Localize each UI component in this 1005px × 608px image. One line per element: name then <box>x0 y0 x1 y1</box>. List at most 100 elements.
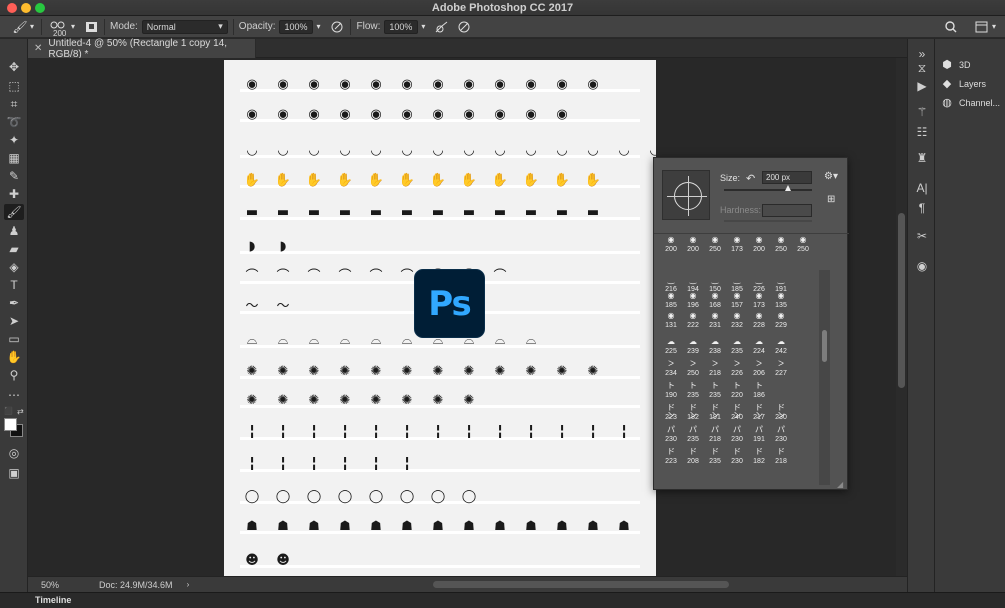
more-tools-icon[interactable]: ⋯ <box>4 387 24 403</box>
default-colors-icon[interactable]: ⬛ <box>4 407 13 416</box>
crop-tool-icon[interactable]: ⌗ <box>4 96 24 112</box>
tab-timeline[interactable]: Timeline <box>35 595 71 605</box>
brush-preset-thumbnail[interactable]: ド <box>664 448 678 456</box>
path-selection-tool-icon[interactable]: ➤ <box>4 313 24 329</box>
adjustments-icon[interactable]: ☷ <box>914 125 930 141</box>
paragraph-icon[interactable]: ¶ <box>914 201 930 217</box>
brush-preset-thumbnail[interactable]: ト <box>708 382 722 390</box>
healing-brush-tool-icon[interactable]: ✚ <box>4 186 24 202</box>
brush-preset-thumbnail[interactable]: ◉ <box>730 292 744 300</box>
brush-preset-thumbnail[interactable]: ◉ <box>752 236 766 244</box>
brush-preset-thumbnail[interactable]: ◉ <box>664 292 678 300</box>
brush-preset-thumbnail[interactable]: ト <box>664 382 678 390</box>
size-field[interactable]: 200 px <box>762 171 812 184</box>
eraser-tool-icon[interactable]: ▰ <box>4 241 24 257</box>
brush-preset-thumbnail[interactable]: ◉ <box>686 292 700 300</box>
brush-preset-thumbnail[interactable]: ᐳ <box>664 360 678 368</box>
pressure-opacity-icon[interactable] <box>329 19 345 35</box>
character-icon[interactable]: A| <box>914 181 930 197</box>
brush-preset-thumbnail[interactable]: ◉ <box>752 312 766 320</box>
brush-preset-size-label[interactable]: 190 <box>662 392 680 399</box>
brush-preset-size-label[interactable]: 230 <box>662 436 680 443</box>
brush-preset-size-label[interactable]: 191 <box>706 414 724 421</box>
clone-stamp-tool-icon[interactable]: ♟ <box>4 223 24 239</box>
airbrush-icon[interactable] <box>434 19 450 35</box>
brush-preset-size-label[interactable]: 230 <box>728 458 746 465</box>
brush-preset-thumbnail[interactable]: ド <box>730 448 744 456</box>
brush-preset-thumbnail[interactable]: ◉ <box>664 312 678 320</box>
brush-preset-size-label[interactable]: 206 <box>750 370 768 377</box>
brush-preset-thumbnail[interactable]: ☁ <box>686 338 700 346</box>
brush-preset-thumbnail[interactable]: ☁ <box>752 338 766 346</box>
brush-preset-size-label[interactable]: 223 <box>662 414 680 421</box>
brush-preset-thumbnail[interactable]: ◉ <box>730 312 744 320</box>
quick-mask-icon[interactable]: ◎ <box>4 445 24 461</box>
brush-preset-thumbnail[interactable]: ド <box>708 448 722 456</box>
brush-preset-size-label[interactable]: 242 <box>772 348 790 355</box>
brush-preset-thumbnail[interactable]: ◉ <box>730 236 744 244</box>
workspace-icon[interactable] <box>973 19 989 35</box>
brush-preset-thumbnail[interactable]: パ <box>730 426 744 434</box>
mode-select[interactable]: Normal ▾ <box>141 19 228 34</box>
history-icon[interactable]: ⧖ <box>914 61 930 77</box>
brush-preset-size-label[interactable]: 223 <box>662 458 680 465</box>
brush-preset-size-label[interactable]: 228 <box>750 322 768 329</box>
brush-tip-preview[interactable] <box>662 170 710 220</box>
brush-preset-thumbnail[interactable]: ᐳ <box>686 360 700 368</box>
brush-preset-thumbnail[interactable]: ド <box>774 448 788 456</box>
zoom-tool-icon[interactable]: ⚲ <box>4 367 24 383</box>
brush-preset-size-label[interactable]: 220 <box>728 392 746 399</box>
brush-preset-size-label[interactable]: 235 <box>706 392 724 399</box>
play-action-icon[interactable]: ▶ <box>914 79 930 95</box>
brush-preset-size-label[interactable]: 186 <box>750 392 768 399</box>
reset-size-icon[interactable]: ↶ <box>746 172 755 185</box>
eyedropper-tool-icon[interactable]: ✎ <box>4 168 24 184</box>
brush-preset-thumbnail[interactable]: ◉ <box>686 312 700 320</box>
brush-preset-thumbnail[interactable]: ◉ <box>752 292 766 300</box>
brush-preset-size-label[interactable]: 182 <box>750 458 768 465</box>
search-icon[interactable] <box>943 19 959 35</box>
brush-preset-size-label[interactable]: 200 <box>662 246 680 253</box>
brush-preset-thumbnail[interactable]: パ <box>664 426 678 434</box>
brush-preset-size-label[interactable]: 208 <box>684 458 702 465</box>
move-tool-icon[interactable]: ✥ <box>4 59 24 75</box>
brush-preset-thumbnail[interactable]: パ <box>752 426 766 434</box>
screen-mode-icon[interactable]: ▣ <box>4 465 24 481</box>
brush-preset-thumbnail[interactable]: ド <box>686 448 700 456</box>
brush-preset-thumbnail[interactable]: ◉ <box>774 292 788 300</box>
brush-preset-thumbnail[interactable]: ドン <box>708 404 722 420</box>
opacity-field[interactable]: 100% <box>279 19 314 34</box>
resize-grip-icon[interactable]: ◢ <box>837 480 843 489</box>
horizontal-scrollbar[interactable] <box>433 581 729 588</box>
brush-preset-size-label[interactable]: 218 <box>706 370 724 377</box>
foreground-color-swatch[interactable] <box>4 418 17 431</box>
hand-tool-icon[interactable]: ✋ <box>4 349 24 365</box>
brush-preset-thumbnail[interactable]: ◉ <box>774 236 788 244</box>
brush-preset-thumbnail[interactable]: ドン <box>686 404 700 420</box>
brush-preset-thumbnail[interactable]: ドン <box>730 404 744 420</box>
gear-icon[interactable]: ⚙▾ <box>824 171 838 183</box>
scrollbar-thumb[interactable] <box>898 213 905 388</box>
brush-preset-size-label[interactable]: 217 <box>750 414 768 421</box>
brush-preset-size-label[interactable]: 235 <box>728 348 746 355</box>
brush-preset-thumbnail[interactable]: ドン <box>664 404 678 420</box>
brush-preset-thumbnail[interactable]: ☁ <box>730 338 744 346</box>
brush-preset-size-label[interactable]: 225 <box>662 348 680 355</box>
magic-wand-tool-icon[interactable]: ✦ <box>4 132 24 148</box>
brush-preset-thumbnail[interactable]: パ <box>686 426 700 434</box>
brush-preset-size-label[interactable]: 239 <box>684 348 702 355</box>
chevron-right-icon[interactable]: › <box>187 580 190 589</box>
pen-tool-icon[interactable]: ✒ <box>4 295 24 311</box>
vertical-scrollbar[interactable] <box>896 58 907 576</box>
flow-field[interactable]: 100% <box>384 19 419 34</box>
brush-preset-size-label[interactable]: 226 <box>728 370 746 377</box>
brush-preset-size-label[interactable]: 222 <box>684 322 702 329</box>
lasso-tool-icon[interactable]: ➰ <box>4 114 24 130</box>
brush-preset-size-label[interactable]: 218 <box>706 436 724 443</box>
brush-preset-size-label[interactable]: 232 <box>728 322 746 329</box>
brush-preset-thumbnail[interactable]: ‿ <box>664 276 678 284</box>
brush-preset-thumbnail[interactable]: ◉ <box>664 236 678 244</box>
brush-preset-size-label[interactable]: 168 <box>706 302 724 309</box>
size-slider-thumb[interactable] <box>785 185 791 191</box>
brush-preset-size-label[interactable]: 182 <box>684 414 702 421</box>
